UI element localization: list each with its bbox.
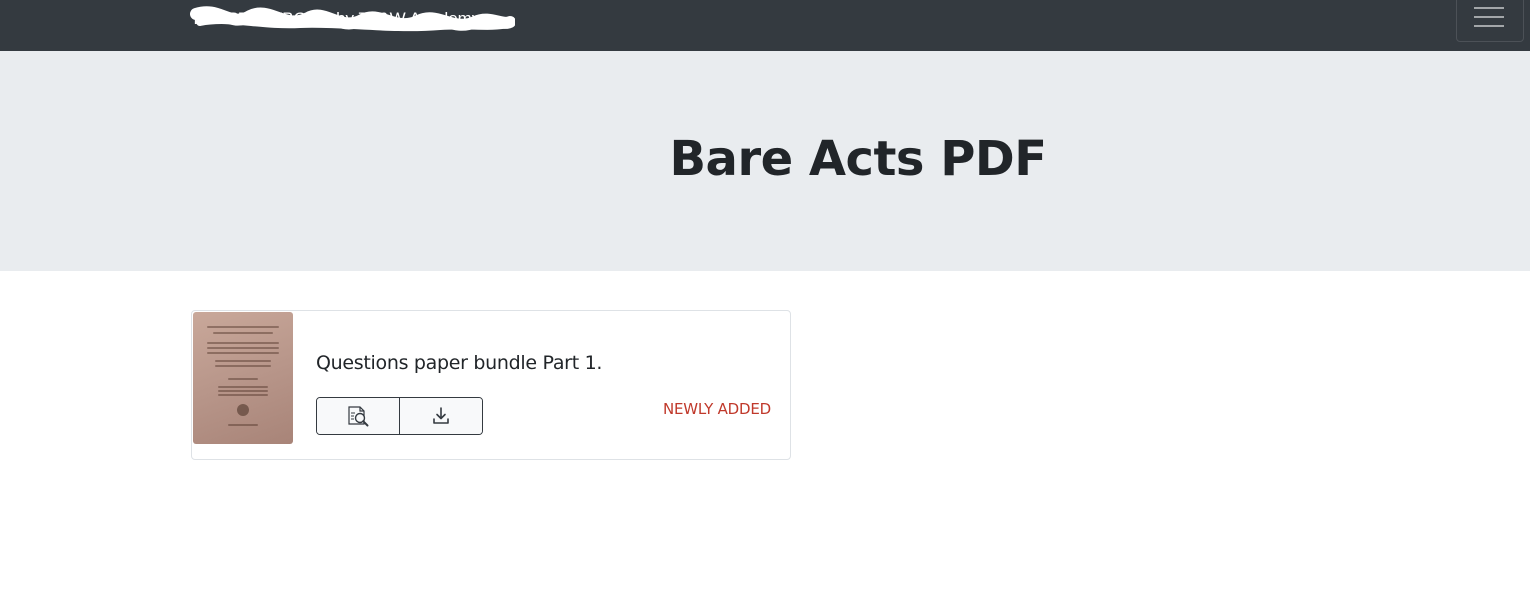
download-icon [433, 407, 449, 424]
preview-document-icon [348, 406, 369, 427]
page-title: Bare Acts PDF [669, 131, 1047, 187]
document-card: Questions paper bundle Part 1. NEWLY ADD… [191, 310, 791, 460]
download-button[interactable] [399, 398, 482, 434]
document-cover-thumbnail [193, 312, 293, 444]
top-navbar: YOURTEXTBOOK by TL&W Academy [0, 0, 1530, 51]
document-title: Questions paper bundle Part 1. [316, 352, 603, 374]
preview-button[interactable] [317, 398, 399, 434]
brand-redaction-scribble [190, 6, 515, 32]
document-actions [316, 397, 483, 435]
page-header: Bare Acts PDF [0, 51, 1530, 271]
navbar-toggle-button[interactable] [1456, 0, 1524, 42]
status-badge: NEWLY ADDED [663, 400, 772, 418]
